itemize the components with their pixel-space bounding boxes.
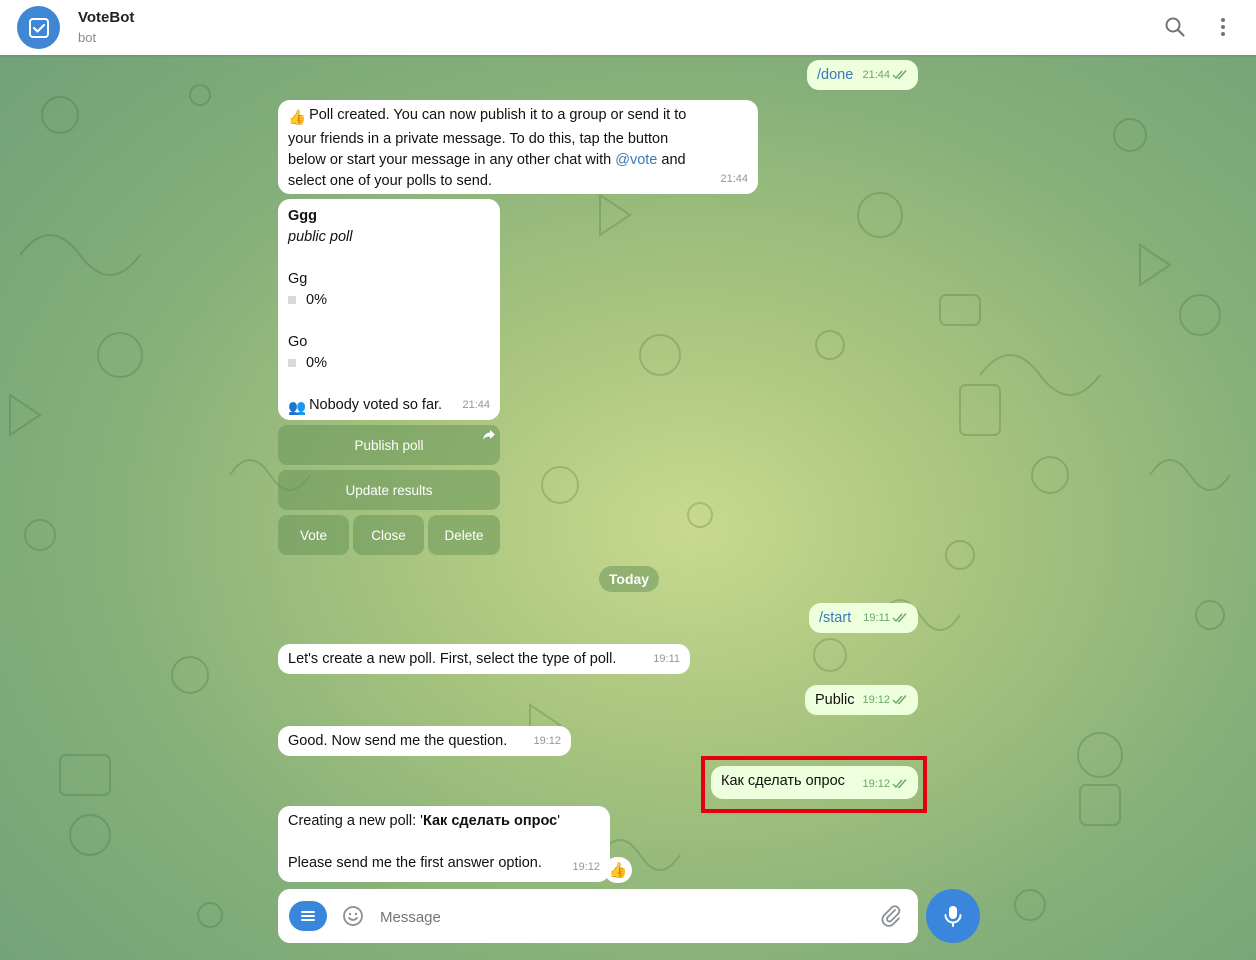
poll-option-2: Go	[288, 334, 308, 350]
message-time: 19:12	[533, 735, 561, 747]
message-time: 21:44	[720, 173, 748, 185]
mention-link[interactable]: @vote	[615, 152, 657, 168]
message-outgoing-done[interactable]: /done 21:44	[807, 60, 918, 90]
message-time: 21:44	[862, 65, 908, 86]
chat-subtitle: bot	[78, 30, 97, 45]
poll-option-2-result: 0%	[288, 353, 327, 374]
publish-poll-button[interactable]: Publish poll	[278, 425, 500, 465]
message-composer	[278, 889, 918, 943]
poll-footer: 👥 Nobody voted so far.	[288, 395, 442, 419]
search-icon[interactable]	[1163, 15, 1187, 39]
voice-record-button[interactable]	[926, 889, 980, 943]
message-time: 19:12	[862, 690, 908, 711]
chat-title[interactable]: VoteBot	[78, 9, 134, 26]
message-incoming-poll-created[interactable]: 👍 Poll created. You can now publish it to…	[278, 100, 758, 194]
chat-header: VoteBot bot	[0, 0, 1256, 55]
vote-button[interactable]: Vote	[278, 515, 349, 555]
command-text[interactable]: /start	[819, 610, 851, 626]
message-time: 21:44	[462, 399, 490, 411]
read-ticks-icon	[892, 70, 907, 80]
message-outgoing-public[interactable]: Public 19:12	[805, 685, 918, 715]
result-bar	[288, 359, 296, 368]
message-incoming-select-type[interactable]: Let's create a new poll. First, select t…	[278, 644, 690, 674]
highlight-box	[701, 756, 927, 813]
date-divider: Today	[599, 566, 659, 592]
menu-button[interactable]	[289, 901, 327, 931]
command-text[interactable]: /done	[817, 67, 853, 83]
update-results-button[interactable]: Update results	[278, 470, 500, 510]
message-input[interactable]	[378, 903, 862, 931]
poll-title: Ggg	[288, 208, 317, 224]
emoji-icon[interactable]	[341, 904, 365, 928]
message-outgoing-start[interactable]: /start 19:11	[809, 603, 918, 633]
mic-icon	[944, 906, 962, 927]
reaction-thumbs-up-icon[interactable]: 👍	[604, 857, 632, 883]
checkbox-icon	[28, 17, 49, 38]
delete-button[interactable]: Delete	[428, 515, 500, 555]
poll-kind: public poll	[288, 229, 353, 245]
message-incoming-poll-card[interactable]: Ggg public poll Gg 0% Go 0% 👥 Nobody vote…	[278, 199, 500, 420]
bot-avatar[interactable]	[17, 6, 60, 49]
read-ticks-icon	[892, 695, 907, 705]
message-time: 19:12	[572, 861, 600, 873]
people-icon: 👥	[288, 400, 307, 416]
poll-option-1: Gg	[288, 271, 308, 287]
share-icon	[483, 430, 495, 440]
message-time: 19:11	[863, 608, 908, 629]
message-incoming-send-question[interactable]: Good. Now send me the question. 19:12	[278, 726, 571, 756]
result-bar	[288, 296, 296, 305]
more-vert-icon[interactable]	[1211, 15, 1235, 39]
close-button[interactable]: Close	[353, 515, 424, 555]
thumbs-up-icon: 👍	[288, 110, 307, 126]
attach-icon[interactable]	[879, 904, 903, 928]
message-incoming-creating[interactable]: Creating a new poll: 'Как сделать опрос'…	[278, 806, 610, 882]
message-time: 19:11	[653, 653, 680, 665]
menu-icon	[301, 911, 315, 921]
poll-option-1-result: 0%	[288, 290, 327, 311]
read-ticks-icon	[892, 613, 907, 623]
